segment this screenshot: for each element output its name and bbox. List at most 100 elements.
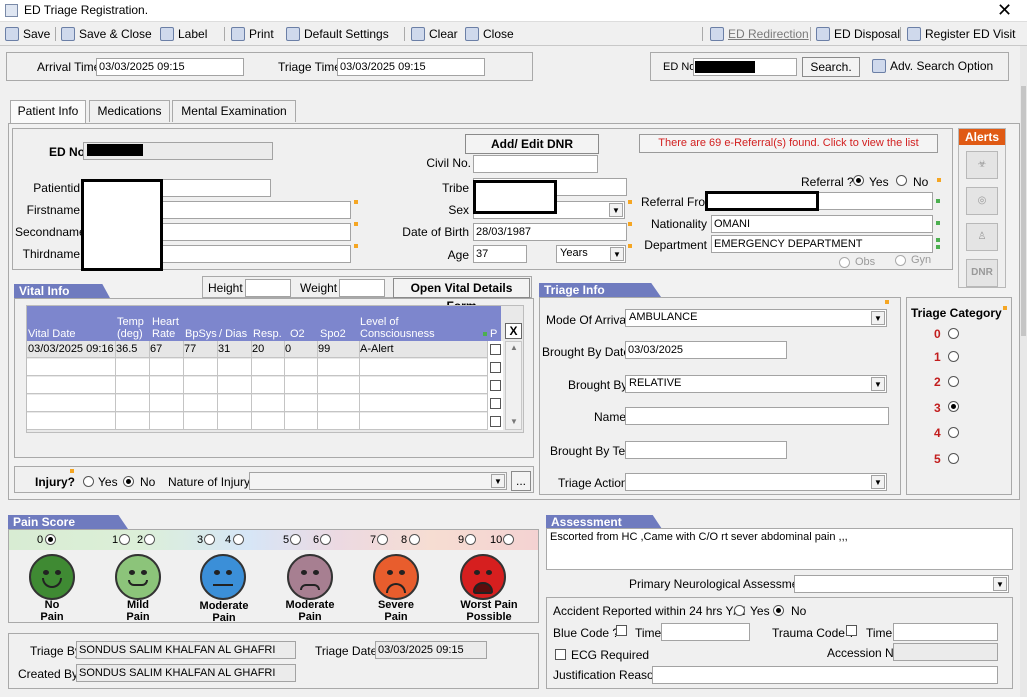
pain-4-radio[interactable]	[233, 534, 244, 545]
print-button[interactable]: Print	[231, 25, 274, 43]
table-row[interactable]	[27, 395, 487, 412]
age-input[interactable]	[473, 245, 527, 263]
vitals-scrollbar[interactable]: ▲ ▼	[505, 341, 522, 430]
pain-6-radio[interactable]	[320, 534, 331, 545]
p-checkbox[interactable]	[490, 344, 501, 355]
p-checkbox[interactable]	[490, 416, 501, 427]
category-0-radio[interactable]	[948, 328, 959, 339]
worst-pain-face-icon[interactable]	[460, 554, 506, 600]
injury-yes-radio[interactable]	[83, 476, 94, 487]
moderate-pain-face-icon[interactable]	[200, 554, 246, 600]
save-close-button[interactable]: Save & Close	[61, 25, 152, 43]
close-button[interactable]: Close	[465, 25, 514, 43]
nature-browse-button[interactable]: ...	[511, 471, 531, 491]
ed-redirection-button[interactable]: ED Redirection	[710, 25, 809, 43]
triage-action-select[interactable]: ▼	[625, 473, 887, 491]
gyn-radio[interactable]	[895, 255, 906, 266]
pain-9-radio[interactable]	[465, 534, 476, 545]
required-marker	[354, 244, 358, 248]
pain-8-radio[interactable]	[409, 534, 420, 545]
category-1-radio[interactable]	[948, 351, 959, 362]
col-bpsys: BpSys	[185, 328, 217, 340]
accident-no-radio[interactable]	[773, 605, 784, 616]
ed-disposal-button[interactable]: ED Disposal	[816, 25, 900, 43]
table-row[interactable]	[27, 377, 487, 394]
search-button[interactable]: Search.	[802, 57, 860, 77]
trauma-code-checkbox[interactable]	[846, 625, 857, 636]
dnr-icon[interactable]: DNR	[966, 259, 998, 287]
trauma-code-time-input[interactable]	[893, 623, 998, 641]
table-row[interactable]: 03/03/2025 09:16 36.5 67 77 31 20 0 99 A…	[27, 341, 487, 358]
category-3-radio[interactable]	[948, 401, 959, 412]
mode-select[interactable]: AMBULANCE ▼	[625, 309, 887, 327]
brought-by-select[interactable]: RELATIVE ▼	[625, 375, 887, 393]
p-checkbox[interactable]	[490, 380, 501, 391]
tab-patient-info[interactable]: Patient Info	[10, 100, 86, 124]
moderate-pain-2-face-icon[interactable]	[287, 554, 333, 600]
obs-radio[interactable]	[839, 257, 850, 268]
brought-date-input[interactable]	[625, 341, 787, 359]
height-input[interactable]	[245, 279, 291, 297]
adv-search-button[interactable]: Adv. Search Option	[872, 57, 993, 75]
label-button[interactable]: Label	[160, 25, 207, 43]
save-button[interactable]: Save	[5, 25, 50, 43]
mild-pain-face-icon[interactable]	[115, 554, 161, 600]
weight-input[interactable]	[339, 279, 385, 297]
justification-input[interactable]	[652, 666, 998, 684]
tab-medications[interactable]: Medications	[89, 100, 170, 122]
tab-mental-examination[interactable]: Mental Examination	[172, 100, 296, 122]
brought-tel-input[interactable]	[625, 441, 787, 459]
referral-no-radio[interactable]	[896, 175, 907, 186]
triage-time-input[interactable]	[337, 58, 485, 76]
pain-0-label: 0	[37, 534, 44, 546]
default-settings-button[interactable]: Default Settings	[286, 25, 389, 43]
pain-10-radio[interactable]	[503, 534, 514, 545]
injury-no-radio[interactable]	[123, 476, 134, 487]
severe-pain-face-icon[interactable]	[373, 554, 419, 600]
category-2-radio[interactable]	[948, 376, 959, 387]
pain-2-radio[interactable]	[144, 534, 155, 545]
person-icon[interactable]: ♙	[966, 223, 998, 251]
pain-3-radio[interactable]	[204, 534, 215, 545]
e-referral-notice[interactable]: There are 69 e-Referral(s) found. Click …	[639, 134, 938, 153]
assessment-textarea[interactable]: Escorted from HC ,Came with C/O rt sever…	[546, 528, 1013, 570]
open-vital-form-button[interactable]: Open Vital Details Form	[393, 278, 530, 313]
clear-button[interactable]: Clear	[411, 25, 458, 43]
scroll-up-icon[interactable]: ▲	[510, 343, 518, 352]
table-row[interactable]	[27, 413, 487, 430]
delete-row-button[interactable]: X	[505, 323, 522, 339]
p-checkbox[interactable]	[490, 362, 501, 373]
pain-5-radio[interactable]	[290, 534, 301, 545]
dob-input[interactable]	[473, 223, 627, 241]
blue-code-checkbox[interactable]	[616, 625, 627, 636]
name-input[interactable]	[625, 407, 889, 425]
department-input[interactable]	[711, 235, 933, 253]
nature-of-injury-select[interactable]: ▼	[249, 472, 507, 490]
accident-yes-radio[interactable]	[734, 605, 745, 616]
category-4-radio[interactable]	[948, 427, 959, 438]
scrollbar-thumb[interactable]	[1021, 86, 1026, 336]
pain-1-radio[interactable]	[119, 534, 130, 545]
biohazard-icon[interactable]: ☣	[966, 151, 998, 179]
no-pain-face-icon[interactable]	[29, 554, 75, 600]
scroll-down-icon[interactable]: ▼	[510, 417, 518, 426]
table-row[interactable]	[27, 359, 487, 376]
pain-7-radio[interactable]	[377, 534, 388, 545]
register-ed-visit-button[interactable]: Register ED Visit	[907, 25, 1015, 43]
age-unit-select[interactable]: Years ▼	[556, 245, 626, 263]
ecg-checkbox[interactable]	[555, 649, 566, 660]
category-5-radio[interactable]	[948, 453, 959, 464]
chevron-down-icon: ▼	[871, 475, 885, 489]
blue-code-time-input[interactable]	[661, 623, 750, 641]
referral-yes-radio[interactable]	[853, 175, 864, 186]
neuro-select[interactable]: ▼	[794, 575, 1009, 593]
p-checkbox[interactable]	[490, 398, 501, 409]
close-icon[interactable]: ✕	[997, 0, 1012, 20]
arrival-time-input[interactable]	[96, 58, 244, 76]
add-edit-dnr-button[interactable]: Add/ Edit DNR	[465, 134, 599, 154]
civil-no-input[interactable]	[473, 155, 598, 173]
pain-0-radio[interactable]	[45, 534, 56, 545]
window-scrollbar[interactable]	[1020, 46, 1027, 697]
nationality-input[interactable]	[711, 215, 933, 233]
allergy-icon[interactable]: ◎	[966, 187, 998, 215]
